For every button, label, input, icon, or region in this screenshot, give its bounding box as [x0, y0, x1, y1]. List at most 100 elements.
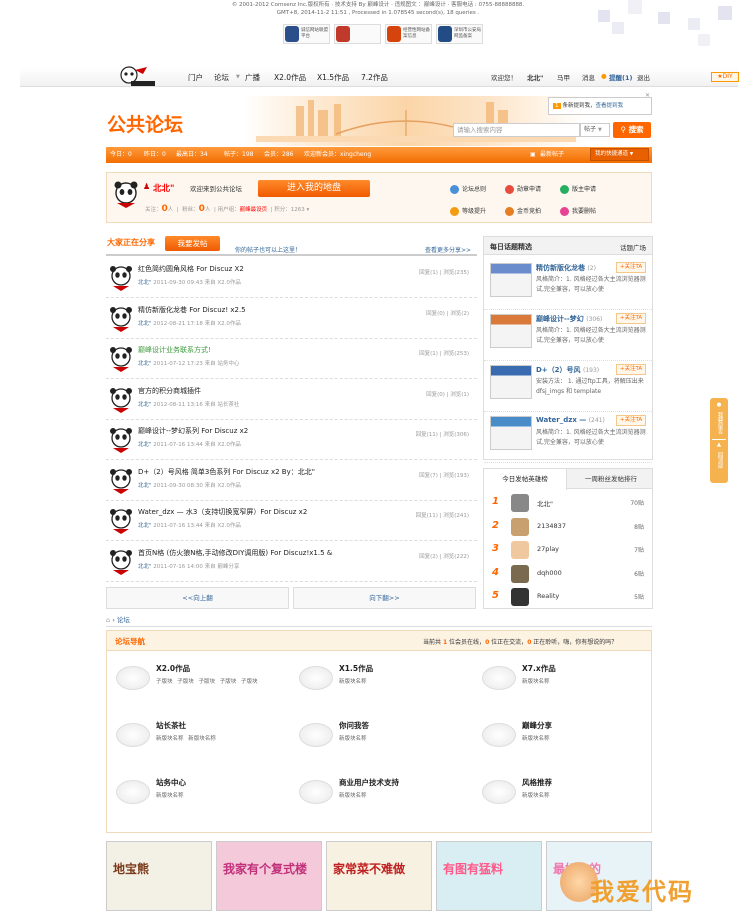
reminders-link[interactable]: 提醒(1) [609, 72, 632, 82]
topic-item[interactable]: D+（2）号风 (193) 安装方法： 1. 通过ftp工具，将解压出来 dfsj… [484, 359, 652, 412]
topic-item[interactable]: Water_dzx — (241) 风格简介：1. 风格经过各大主流浏览器测试,完… [484, 410, 652, 463]
post-title[interactable]: Water_dzx — 水3（支持切换宽窄屏）For Discuz x2 [138, 507, 307, 517]
board-item[interactable]: 站务中心 新版块名称 [108, 774, 288, 822]
trust-badge[interactable] [334, 24, 381, 44]
avatar[interactable] [108, 508, 134, 534]
topic-title[interactable]: 精仿新版化龙巷 (2) [536, 263, 596, 273]
post-author[interactable]: 北北" [138, 564, 152, 570]
tab-weekly-fans[interactable]: 一周粉丝发帖排行 [570, 469, 652, 489]
board-name[interactable]: 巅峰分享 [522, 720, 552, 731]
post-title[interactable]: 巅峰设计--梦幻系列 For Discuz x2 [138, 426, 248, 436]
avatar[interactable] [108, 427, 134, 453]
topic-square-link[interactable]: 话题广场 [620, 242, 646, 252]
board-item[interactable]: 风格推荐 新版块名称 [474, 774, 654, 822]
board-name[interactable]: 站长茶社 [156, 720, 186, 731]
ad-banner[interactable]: 有图有猛料 [436, 841, 542, 911]
trust-badge[interactable]: 经营性网站备案信息 [385, 24, 432, 44]
home-icon[interactable]: ⌂ [106, 616, 110, 624]
search-input[interactable]: 请输入搜索内容 [453, 123, 580, 137]
topic-item[interactable]: 巅峰设计--梦幻 (306) 风格简介：1. 风格经过各大主流浏览器测试,完全兼容… [484, 308, 652, 361]
trust-badge[interactable]: 诚信网站联盟平台 [283, 24, 330, 44]
board-item[interactable]: X1.5作品 新版块名称 [291, 660, 471, 708]
quick-link-auction[interactable]: 金币竞拍 [505, 206, 541, 216]
user-group[interactable]: 巅峰最设页 [240, 207, 268, 213]
alt-account-menu[interactable]: 马甲 [557, 72, 570, 82]
list-item[interactable]: 首页N格 (仿火狼N格,手动修改DIY调用版) For Discuz!x1.5 … [106, 542, 477, 582]
topic-title[interactable]: 巅峰设计--梦幻 (306) [536, 314, 602, 324]
list-item[interactable]: Water_dzx — 水3（支持切换宽窄屏）For Discuz x2 北北" … [106, 501, 477, 541]
board-name[interactable]: X1.5作品 [339, 663, 373, 674]
next-page-button[interactable]: 向下翻>> [293, 587, 476, 609]
list-item[interactable]: 巅峰设计--梦幻系列 For Discuz x2 北北" 2011-07-16 1… [106, 420, 477, 460]
nav-item-x20[interactable]: X2.0作品 [274, 72, 306, 83]
follow-button[interactable]: +关注TA [616, 364, 646, 375]
sub-boards[interactable]: 子版块 子版块 子版块 子版块 子版块 [156, 677, 258, 685]
more-shares-link[interactable]: 查看更多分享>> [425, 245, 471, 254]
quick-link-moderator[interactable]: 版主申请 [560, 184, 596, 194]
trust-badge[interactable]: 深圳市公安局网监备案 [436, 24, 483, 44]
post-author[interactable]: 北北" [138, 321, 152, 327]
nav-item-x15[interactable]: X1.5作品 [317, 72, 349, 83]
topic-title[interactable]: D+（2）号风 (193) [536, 365, 599, 375]
site-logo[interactable] [117, 64, 157, 88]
rank-username[interactable]: dqh000 [537, 569, 562, 577]
diy-button[interactable]: ★DIY [711, 72, 739, 82]
rank-row[interactable]: 5 Reality 5贴 [484, 586, 652, 609]
board-name[interactable]: 风格推荐 [522, 777, 552, 788]
quick-link-level[interactable]: 等级提升 [450, 206, 486, 216]
avatar[interactable] [511, 541, 529, 559]
rank-username[interactable]: Reality [537, 592, 559, 600]
quick-channel-dropdown[interactable]: 我的快捷通道 ▼ [590, 148, 649, 161]
rank-row[interactable]: 4 dqh000 6贴 [484, 563, 652, 586]
list-item[interactable]: D+（2）号风格 简单3色系列 For Discuz x2 By：北北" 北北" … [106, 461, 477, 501]
post-author[interactable]: 北北" [138, 442, 152, 448]
nav-item-broadcast[interactable]: 广播 [245, 72, 260, 83]
topic-thumbnail[interactable] [490, 365, 532, 399]
user-menu[interactable]: 北北" [527, 72, 543, 82]
quick-link-rules[interactable]: 论坛总则 [450, 184, 486, 194]
search-button[interactable]: ⚲ 搜索 [613, 122, 651, 138]
sub-boards[interactable]: 新版块名称 [339, 677, 367, 685]
messages-link[interactable]: 消息 [582, 72, 595, 82]
board-name[interactable]: X2.0作品 [156, 663, 190, 674]
follow-button[interactable]: +关注TA [616, 313, 646, 324]
back-to-top-button[interactable]: 回顶部 [716, 449, 723, 471]
nav-item-forum[interactable]: 论坛 [214, 72, 229, 83]
avatar[interactable] [511, 588, 529, 606]
rank-username[interactable]: 北北" [537, 498, 553, 508]
search-scope-select[interactable]: 帖子 ▼ [580, 123, 610, 137]
topic-title[interactable]: Water_dzx — (241) [536, 416, 605, 424]
board-item[interactable]: 你问我答 新版块名称 [291, 717, 471, 765]
avatar[interactable] [511, 517, 529, 536]
post-author[interactable]: 北北" [138, 361, 152, 367]
board-item[interactable]: 巅峰分享 新版块名称 [474, 717, 654, 765]
sub-boards[interactable]: 新版块名称 [339, 791, 367, 799]
avatar[interactable] [108, 387, 134, 413]
share-hint-link[interactable]: 你的帖子也可以上这里！ [235, 245, 301, 254]
post-title[interactable]: 首页N格 (仿火狼N格,手动修改DIY调用版) For Discuz!x1.5 … [138, 548, 332, 558]
nav-item-portal[interactable]: 门户 [188, 72, 203, 83]
avatar[interactable] [511, 494, 529, 512]
post-title[interactable]: D+（2）号风格 简单3色系列 For Discuz x2 By：北北" [138, 467, 315, 477]
topic-thumbnail[interactable] [490, 314, 532, 348]
board-item[interactable]: 站长茶社 新版块名称 新版块名称 [108, 717, 288, 765]
avatar[interactable] [108, 306, 134, 332]
rank-row[interactable]: 3 27play 7贴 [484, 539, 652, 562]
close-icon[interactable]: ✕ [645, 92, 650, 99]
rank-username[interactable]: 27play [537, 545, 559, 553]
avatar[interactable] [113, 181, 139, 209]
post-author[interactable]: 北北" [138, 523, 152, 529]
latest-posts-link[interactable]: 最新帖子 [540, 147, 564, 163]
board-item[interactable]: X2.0作品子版块 子版块 子版块 子版块 子版块 [108, 660, 288, 708]
list-item[interactable]: 官方的积分商城插件 北北" 2012-08-11 13:16 来自 站长茶社 回复(… [106, 380, 477, 420]
topic-thumbnail[interactable] [490, 416, 532, 450]
post-title[interactable]: 巅峰设计业务联系方式! [138, 345, 211, 355]
post-title[interactable]: 精仿新版化龙巷 For Discuz! x2.5 [138, 305, 246, 315]
breadcrumb-forum[interactable]: 论坛 [117, 616, 130, 624]
leave-message-button[interactable]: 我要留言 [716, 409, 723, 437]
post-title[interactable]: 红色简约圆角风格 For Discuz X2 [138, 264, 244, 274]
rank-row[interactable]: 1 北北" 70贴 [484, 492, 652, 515]
sub-boards[interactable]: 新版块名称 [522, 791, 550, 799]
new-post-button[interactable]: 我要发帖 [165, 236, 220, 251]
avatar[interactable] [511, 564, 529, 583]
